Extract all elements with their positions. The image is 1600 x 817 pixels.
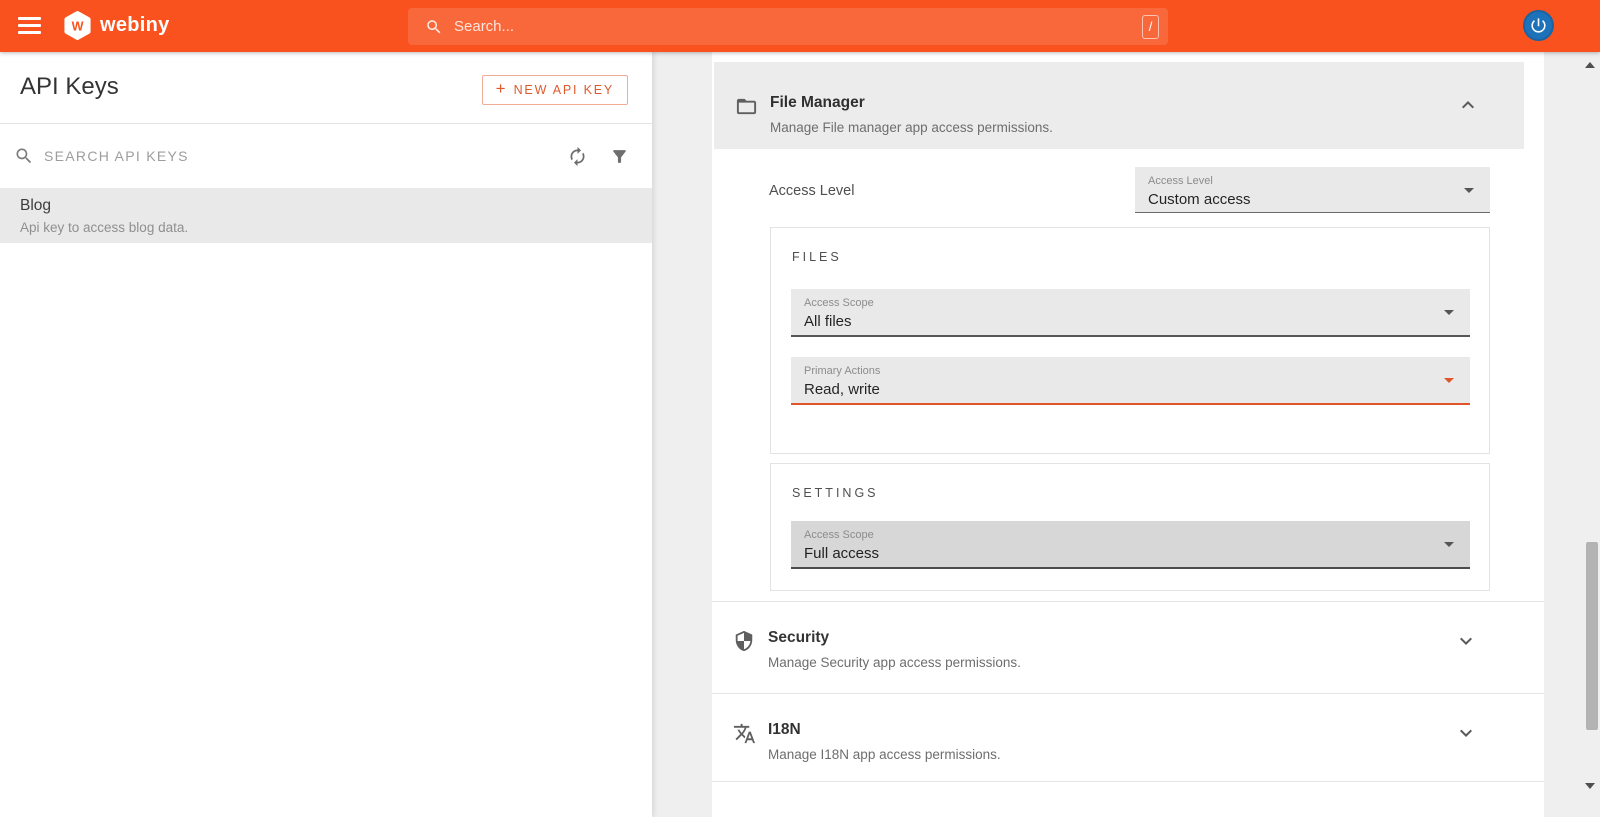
filter-icon [610, 147, 629, 166]
translate-icon [733, 722, 756, 745]
vertical-scrollbar[interactable] [1583, 52, 1600, 817]
refresh-icon [567, 146, 588, 167]
select-value: All files [804, 313, 852, 330]
accordion-i18n-header[interactable]: I18N Manage I18N app access permissions. [712, 694, 1544, 781]
section-divider [712, 781, 1544, 782]
menu-icon[interactable] [18, 17, 41, 34]
select-label: Access Scope [804, 529, 874, 541]
brand-wordmark: webiny [100, 14, 170, 37]
files-primary-actions-select[interactable]: Primary Actions Read, write [791, 357, 1470, 405]
files-heading: FILES [792, 250, 842, 264]
section-description: Manage I18N app access permissions. [768, 747, 1001, 762]
access-level-select[interactable]: Access Level Custom access [1135, 167, 1490, 213]
scrollbar-thumb[interactable] [1586, 542, 1598, 730]
select-label: Access Scope [804, 297, 874, 309]
chevron-down-icon[interactable] [1454, 629, 1478, 653]
new-api-key-button[interactable]: + NEW API KEY [482, 75, 628, 105]
section-title: I18N [768, 721, 801, 739]
section-title: Security [768, 629, 829, 647]
accordion-security-header[interactable]: Security Manage Security app access perm… [712, 602, 1544, 694]
webiny-logo[interactable]: W webiny [62, 10, 170, 41]
select-value: Custom access [1148, 191, 1251, 208]
select-label: Primary Actions [804, 365, 880, 377]
dropdown-caret-icon [1444, 310, 1454, 315]
section-description: Manage Security app access permissions. [768, 655, 1021, 670]
filter-button[interactable] [607, 144, 631, 168]
chevron-down-icon[interactable] [1454, 721, 1478, 745]
chevron-up-icon[interactable] [1456, 93, 1480, 117]
files-access-scope-select[interactable]: Access Scope All files [791, 289, 1470, 337]
hexagon-logo-icon: W [62, 10, 93, 41]
list-search-bar [0, 124, 652, 188]
select-value: Read, write [804, 381, 880, 398]
scrollbar-up-icon[interactable] [1585, 62, 1595, 68]
app-window: W webiny / API Keys + NEW API KEY [0, 0, 1600, 817]
accordion-file-manager-header[interactable]: File Manager Manage File manager app acc… [714, 62, 1524, 149]
global-search-bar[interactable]: / [408, 8, 1168, 45]
search-icon [14, 146, 34, 166]
dropdown-caret-icon [1444, 542, 1454, 547]
page-title: API Keys [20, 73, 119, 101]
search-shortcut-badge: / [1142, 15, 1159, 39]
new-api-key-label: NEW API KEY [514, 83, 614, 97]
logo-initial: W [72, 19, 84, 33]
select-label: Access Level [1148, 175, 1213, 187]
plus-icon: + [496, 79, 506, 99]
list-panel-header: API Keys + NEW API KEY [0, 52, 652, 124]
dropdown-caret-icon [1464, 188, 1474, 193]
settings-heading: SETTINGS [792, 486, 879, 500]
scrollbar-down-icon[interactable] [1585, 783, 1595, 789]
api-key-list-item-blog[interactable]: Blog Api key to access blog data. [0, 188, 652, 243]
top-app-bar: W webiny / [0, 0, 1600, 52]
files-permission-card: FILES [770, 227, 1490, 454]
shield-icon [733, 630, 755, 652]
access-level-row-label: Access Level [769, 183, 854, 199]
api-keys-list-panel: API Keys + NEW API KEY Blog [0, 52, 652, 817]
api-keys-search-input[interactable] [44, 148, 565, 164]
section-title: File Manager [770, 94, 865, 112]
list-item-description: Api key to access blog data. [20, 220, 632, 235]
list-item-title: Blog [20, 197, 632, 215]
folder-icon [735, 95, 758, 118]
select-value: Full access [804, 545, 879, 562]
dropdown-caret-icon [1444, 378, 1454, 383]
global-search-input[interactable] [454, 18, 1142, 35]
user-menu-button[interactable] [1523, 10, 1554, 41]
permissions-panel: File Manager Manage File manager app acc… [712, 52, 1544, 817]
power-icon [1529, 16, 1548, 35]
section-description: Manage File manager app access permissio… [770, 120, 1053, 135]
settings-access-scope-select[interactable]: Access Scope Full access [791, 521, 1470, 569]
refresh-button[interactable] [565, 144, 589, 168]
search-icon [425, 18, 443, 36]
